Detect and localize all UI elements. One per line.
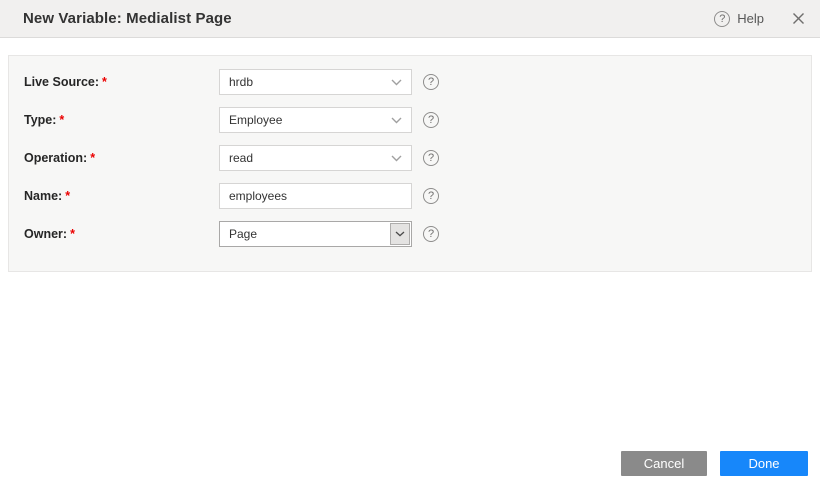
- select-arrow-button[interactable]: [390, 223, 410, 245]
- type-dropdown[interactable]: Employee: [219, 107, 412, 133]
- form-row-type: Type:* Employee ?: [24, 107, 811, 133]
- type-value: Employee: [229, 113, 282, 127]
- dialog-footer: Cancel Done: [621, 451, 808, 476]
- label-text: Type:: [24, 113, 56, 127]
- form-row-owner: Owner:* Page ?: [24, 221, 811, 247]
- live-source-label: Live Source:*: [24, 75, 219, 89]
- chevron-down-icon: [395, 231, 405, 237]
- type-label: Type:*: [24, 113, 219, 127]
- operation-dropdown[interactable]: read: [219, 145, 412, 171]
- close-button[interactable]: [790, 11, 806, 27]
- label-text: Name:: [24, 189, 62, 203]
- name-help-icon[interactable]: ?: [423, 188, 439, 204]
- required-asterisk: *: [90, 151, 95, 165]
- live-source-dropdown[interactable]: hrdb: [219, 69, 412, 95]
- live-source-value: hrdb: [229, 75, 253, 89]
- label-text: Owner:: [24, 227, 67, 241]
- required-asterisk: *: [102, 75, 107, 89]
- label-text: Live Source:: [24, 75, 99, 89]
- required-asterisk: *: [70, 227, 75, 241]
- chevron-down-icon: [391, 79, 402, 86]
- label-text: Operation:: [24, 151, 87, 165]
- header-actions: ? Help: [714, 11, 806, 27]
- form-row-operation: Operation:* read ?: [24, 145, 811, 171]
- cancel-button[interactable]: Cancel: [621, 451, 707, 476]
- help-label: Help: [737, 11, 764, 26]
- question-circle-icon: ?: [714, 11, 730, 27]
- live-source-help-icon[interactable]: ?: [423, 74, 439, 90]
- chevron-down-icon: [391, 117, 402, 124]
- required-asterisk: *: [59, 113, 64, 127]
- name-input[interactable]: [219, 183, 412, 209]
- name-label: Name:*: [24, 189, 219, 203]
- help-button[interactable]: ? Help: [714, 11, 764, 27]
- form-row-live-source: Live Source:* hrdb ?: [24, 69, 811, 95]
- form-panel: Live Source:* hrdb ? Type:* Employee ? O…: [8, 55, 812, 272]
- close-icon: [792, 12, 805, 25]
- dialog-header: New Variable: Medialist Page ? Help: [0, 0, 820, 38]
- dialog-title: New Variable: Medialist Page: [23, 10, 232, 27]
- operation-help-icon[interactable]: ?: [423, 150, 439, 166]
- operation-value: read: [229, 151, 253, 165]
- owner-label: Owner:*: [24, 227, 219, 241]
- done-button[interactable]: Done: [720, 451, 808, 476]
- type-help-icon[interactable]: ?: [423, 112, 439, 128]
- required-asterisk: *: [65, 189, 70, 203]
- owner-select[interactable]: Page: [219, 221, 412, 247]
- owner-help-icon[interactable]: ?: [423, 226, 439, 242]
- operation-label: Operation:*: [24, 151, 219, 165]
- chevron-down-icon: [391, 155, 402, 162]
- form-row-name: Name:* ?: [24, 183, 811, 209]
- owner-value: Page: [229, 227, 257, 241]
